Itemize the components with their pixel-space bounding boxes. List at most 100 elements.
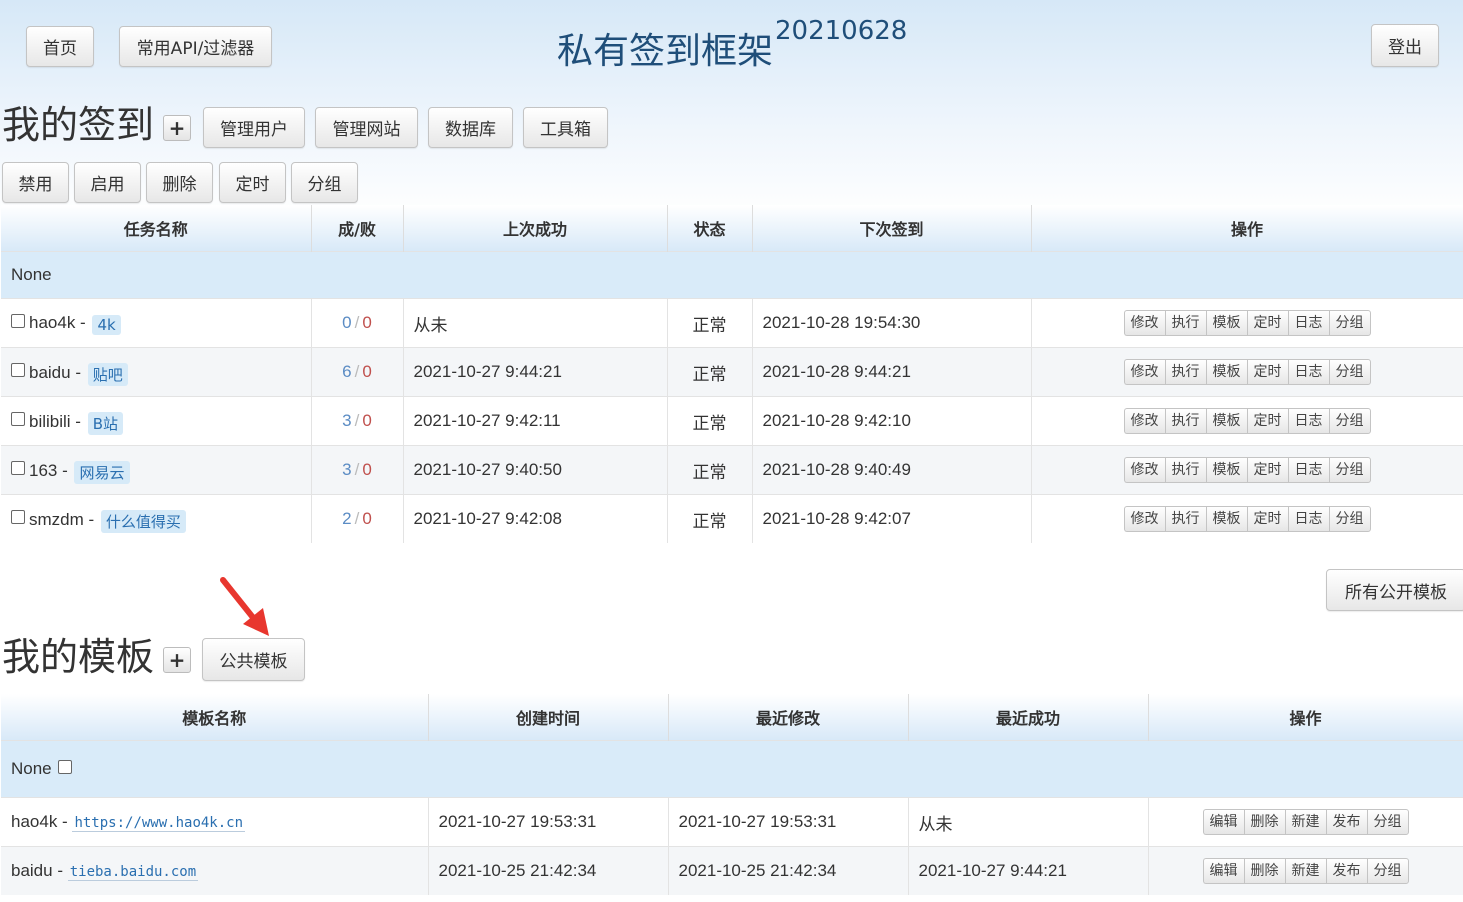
row-op-button[interactable]: 编辑	[1202, 858, 1244, 884]
add-task-button[interactable]: +	[163, 115, 191, 141]
operations-cell: 修改 执行 模板 定时 日志 分组	[1031, 494, 1463, 543]
row-op-button[interactable]: 分组	[1328, 506, 1371, 532]
delete-button[interactable]: 删除	[146, 162, 213, 203]
row-op-button[interactable]: 定时	[1246, 310, 1288, 336]
database-button[interactable]: 数据库	[428, 107, 513, 148]
page-title: 私有签到框架20210628	[557, 16, 907, 74]
modified-cell: 2021-10-25 21:42:34	[668, 846, 909, 895]
row-op-button[interactable]: 模板	[1205, 359, 1247, 385]
add-template-button[interactable]: +	[163, 647, 191, 673]
row-op-button[interactable]: 删除	[1243, 809, 1285, 835]
row-op-button[interactable]: 执行	[1164, 457, 1206, 483]
row-op-button[interactable]: 执行	[1164, 359, 1206, 385]
annotation-arrow-icon	[220, 577, 269, 636]
disable-button[interactable]: 禁用	[2, 162, 69, 203]
task-checkbox[interactable]	[11, 510, 25, 525]
fail-count: 0	[362, 362, 372, 381]
logout-button[interactable]: 登出	[1371, 24, 1439, 67]
templates-table: 模板名称 创建时间 最近修改 最近成功 操作 None hao4k - http…	[1, 694, 1463, 895]
group-select-checkbox[interactable]	[58, 759, 73, 774]
row-op-button[interactable]: 新建	[1284, 809, 1326, 835]
task-name[interactable]: bilibili	[29, 412, 71, 431]
public-templates-button[interactable]: 公共模板	[202, 638, 305, 681]
title-version: 20210628	[775, 16, 908, 46]
status-cell: 正常	[667, 298, 753, 348]
row-op-button[interactable]: 发布	[1325, 809, 1367, 835]
row-op-button[interactable]: 模板	[1205, 310, 1247, 336]
row-op-button[interactable]: 分组	[1328, 359, 1371, 385]
task-name-cell: bilibili - B站	[1, 396, 312, 446]
row-op-button[interactable]: 编辑	[1202, 809, 1244, 835]
enable-button[interactable]: 启用	[74, 162, 141, 203]
column-header[interactable]: 成/败	[311, 205, 404, 252]
operations-cell: 修改 执行 模板 定时 日志 分组	[1031, 396, 1463, 446]
row-op-button[interactable]: 模板	[1205, 408, 1247, 434]
row-op-button[interactable]: 分组	[1328, 408, 1371, 434]
task-checkbox[interactable]	[11, 461, 25, 476]
row-op-button[interactable]: 日志	[1287, 359, 1329, 385]
task-name[interactable]: baidu	[29, 363, 71, 382]
last-success-cell: 2021-10-27 9:42:11	[403, 396, 668, 446]
column-header[interactable]: 模板名称	[1, 694, 429, 741]
row-op-button[interactable]: 修改	[1123, 310, 1165, 336]
next-signin-cell: 2021-10-28 9:42:10	[752, 396, 1032, 446]
row-op-button[interactable]: 分组	[1366, 809, 1409, 835]
row-op-button[interactable]: 发布	[1325, 858, 1367, 884]
row-op-button[interactable]: 分组	[1366, 858, 1409, 884]
group-row: None	[1, 251, 1463, 299]
row-op-button[interactable]: 修改	[1123, 359, 1165, 385]
row-op-button[interactable]: 执行	[1164, 310, 1206, 336]
column-header[interactable]: 操作	[1148, 694, 1463, 741]
row-op-group: 修改 执行 模板 定时 日志 分组	[1123, 506, 1371, 532]
row-op-button[interactable]: 定时	[1246, 457, 1288, 483]
row-op-button[interactable]: 模板	[1205, 506, 1247, 532]
row-op-button[interactable]: 分组	[1328, 457, 1371, 483]
task-tag: B站	[87, 411, 123, 435]
row-op-button[interactable]: 定时	[1246, 359, 1288, 385]
column-header[interactable]: 状态	[667, 205, 753, 252]
row-op-button[interactable]: 修改	[1123, 506, 1165, 532]
column-header[interactable]: 任务名称	[1, 205, 312, 252]
row-op-button[interactable]: 修改	[1123, 457, 1165, 483]
task-name-cell: smzdm - 什么值得买	[1, 494, 312, 543]
task-checkbox[interactable]	[11, 313, 25, 328]
row-op-button[interactable]: 定时	[1246, 408, 1288, 434]
schedule-button[interactable]: 定时	[219, 162, 286, 203]
row-op-button[interactable]: 修改	[1123, 408, 1165, 434]
column-header[interactable]: 最近成功	[908, 694, 1149, 741]
column-header[interactable]: 操作	[1031, 205, 1463, 252]
row-op-button[interactable]: 分组	[1328, 310, 1371, 336]
row-op-button[interactable]: 模板	[1205, 457, 1247, 483]
row-op-button[interactable]: 执行	[1164, 506, 1206, 532]
manage-users-button[interactable]: 管理用户	[203, 107, 305, 148]
task-name[interactable]: smzdm	[29, 510, 84, 529]
row-op-group: 修改 执行 模板 定时 日志 分组	[1123, 310, 1371, 336]
task-name-cell: 163 - 网易云	[1, 445, 312, 495]
row-op-button[interactable]: 日志	[1287, 457, 1329, 483]
toolbox-button[interactable]: 工具箱	[523, 107, 608, 148]
row-op-button[interactable]: 执行	[1164, 408, 1206, 434]
row-op-button[interactable]: 新建	[1284, 858, 1326, 884]
task-checkbox[interactable]	[11, 363, 25, 378]
task-name-cell: hao4k - 4k	[1, 298, 312, 348]
column-header[interactable]: 上次成功	[403, 205, 668, 252]
row-op-button[interactable]: 定时	[1246, 506, 1288, 532]
task-name[interactable]: 163	[29, 461, 57, 480]
task-name[interactable]: hao4k	[29, 313, 75, 332]
api-filters-button[interactable]: 常用API/过滤器	[119, 26, 272, 67]
row-op-button[interactable]: 日志	[1287, 506, 1329, 532]
column-header[interactable]: 创建时间	[428, 694, 669, 741]
modified-cell: 2021-10-27 19:53:31	[668, 797, 909, 847]
home-button[interactable]: 首页	[26, 26, 94, 67]
template-site-link[interactable]: tieba.baidu.com	[67, 864, 199, 881]
template-site-link[interactable]: https://www.hao4k.cn	[72, 815, 246, 832]
row-op-button[interactable]: 日志	[1287, 310, 1329, 336]
row-op-button[interactable]: 删除	[1243, 858, 1285, 884]
column-header[interactable]: 最近修改	[668, 694, 909, 741]
task-checkbox[interactable]	[11, 412, 25, 427]
manage-sites-button[interactable]: 管理网站	[315, 107, 418, 148]
all-public-templates-button[interactable]: 所有公开模板	[1326, 569, 1463, 611]
row-op-button[interactable]: 日志	[1287, 408, 1329, 434]
group-button[interactable]: 分组	[291, 162, 358, 203]
column-header[interactable]: 下次签到	[752, 205, 1032, 252]
